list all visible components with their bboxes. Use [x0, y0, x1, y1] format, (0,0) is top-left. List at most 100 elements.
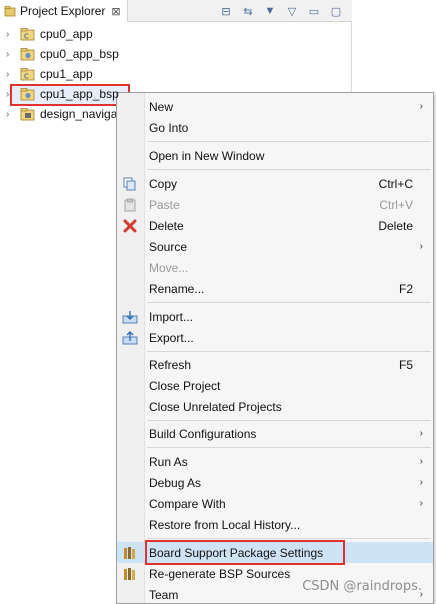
copy-icon	[122, 176, 138, 192]
submenu-arrow-icon: ›	[419, 456, 423, 467]
expand-arrow-icon[interactable]: ›	[6, 109, 18, 120]
svg-text:C: C	[24, 33, 29, 41]
menu-item-export[interactable]: Export...	[117, 327, 433, 348]
submenu-arrow-icon: ›	[419, 477, 423, 488]
menu-item-label: Export...	[149, 330, 194, 345]
tree-item-label: cpu1_app_bsp	[40, 87, 119, 101]
menu-item-label: Delete	[149, 218, 184, 233]
tree-item-label: cpu0_app_bsp	[40, 47, 119, 61]
menu-item-label: Copy	[149, 176, 178, 191]
menu-item-close-project[interactable]: Close Project	[117, 375, 433, 396]
menu-item-label: Source	[149, 239, 188, 254]
bsp-project-icon	[20, 88, 35, 101]
submenu-arrow-icon: ›	[419, 498, 423, 509]
paste-icon	[122, 197, 138, 213]
shortcut-label: F5	[398, 357, 413, 372]
bsp-settings-icon	[122, 545, 138, 561]
tab-project-explorer[interactable]: Project Explorer ⊠	[0, 0, 128, 22]
menu-item-label: Refresh	[149, 357, 192, 372]
menu-item-restore-from-local-history[interactable]: Restore from Local History...	[117, 514, 433, 535]
menu-item-label: Close Project	[149, 378, 221, 393]
menu-item-label: New	[149, 99, 174, 114]
menu-item-label: Debug As	[149, 475, 202, 490]
expand-arrow-icon[interactable]: ›	[6, 29, 18, 40]
menu-item-label: Open in New Window	[149, 148, 265, 163]
menu-item-close-unrelated-projects[interactable]: Close Unrelated Projects	[117, 396, 433, 417]
menu-item-label: Restore from Local History...	[149, 517, 301, 532]
view-title: Project Explorer	[20, 4, 106, 18]
menu-item-go-into[interactable]: Go Into	[117, 117, 433, 138]
menu-item-label: Compare With	[149, 496, 226, 511]
tree-item-cpu0-app-bsp[interactable]: › cpu0_app_bsp	[0, 44, 352, 64]
menu-item-debug-as[interactable]: Debug As ›	[117, 472, 433, 493]
tree-item-label: design_naviga	[40, 107, 118, 121]
project-explorer-icon	[4, 6, 16, 17]
c-project-icon: C	[20, 68, 35, 81]
menu-separator	[147, 538, 431, 539]
watermark-text: CSDN @raindrops.	[302, 579, 422, 594]
menu-item-delete[interactable]: Delete Delete	[117, 215, 433, 236]
tree-item-label: cpu1_app	[40, 67, 93, 81]
menu-item-build-configurations[interactable]: Build Configurations ›	[117, 423, 433, 444]
menu-item-open-in-new-window[interactable]: Open in New Window	[117, 145, 433, 166]
menu-separator	[147, 169, 431, 170]
context-menu: New › Go Into Open in New Window Copy Ct…	[116, 92, 434, 604]
close-icon[interactable]: ⊠	[111, 5, 120, 18]
maximize-icon[interactable]: ▢	[328, 3, 344, 19]
menu-item-paste[interactable]: Paste Ctrl+V	[117, 194, 433, 215]
minimize-icon[interactable]: ▭	[306, 3, 322, 19]
menu-item-board-support-package-settings[interactable]: Board Support Package Settings	[117, 540, 433, 565]
c-project-icon: C	[20, 28, 35, 41]
menu-item-source[interactable]: Source ›	[117, 236, 433, 257]
submenu-arrow-icon: ›	[419, 101, 423, 112]
menu-item-import[interactable]: Import...	[117, 306, 433, 327]
menu-item-label: Close Unrelated Projects	[149, 399, 282, 414]
submenu-arrow-icon: ›	[419, 241, 423, 252]
menu-item-label: Rename...	[149, 281, 205, 296]
shortcut-label: Delete	[378, 218, 413, 233]
expand-arrow-icon[interactable]: ›	[6, 89, 18, 100]
link-with-editor-icon[interactable]: ⇆	[240, 3, 256, 19]
bsp-regenerate-icon	[122, 566, 138, 582]
menu-item-label: Run As	[149, 454, 188, 469]
menu-item-run-as[interactable]: Run As ›	[117, 451, 433, 472]
menu-separator	[147, 447, 431, 448]
expand-arrow-icon[interactable]: ›	[6, 49, 18, 60]
menu-separator	[147, 302, 431, 303]
menu-item-label: Build Configurations	[149, 426, 257, 441]
view-menu-icon[interactable]: ▽	[284, 3, 300, 19]
menu-item-label: Team	[149, 587, 179, 602]
menu-item-label: Go Into	[149, 120, 189, 135]
delete-icon	[122, 218, 138, 234]
menu-separator	[147, 351, 431, 352]
menu-separator	[147, 420, 431, 421]
bsp-project-icon	[20, 48, 35, 61]
expand-arrow-icon[interactable]: ›	[6, 69, 18, 80]
shortcut-label: F2	[398, 281, 413, 296]
menu-item-label: Move...	[149, 260, 189, 275]
tree-item-cpu0-app[interactable]: › C cpu0_app	[0, 24, 352, 44]
view-header: Project Explorer ⊠ ⊟ ⇆ ▼ ▽ ▭ ▢	[0, 0, 352, 22]
hw-platform-icon	[20, 108, 35, 121]
view-toolbar: ⊟ ⇆ ▼ ▽ ▭ ▢	[218, 2, 344, 20]
tree-item-cpu1-app[interactable]: › C cpu1_app	[0, 64, 352, 84]
menu-item-rename[interactable]: Rename... F2	[117, 278, 433, 299]
menu-item-new[interactable]: New ›	[117, 96, 433, 117]
menu-item-label: Import...	[149, 309, 194, 324]
menu-item-refresh[interactable]: Refresh F5	[117, 354, 433, 375]
import-icon	[122, 309, 138, 325]
shortcut-label: Ctrl+C	[378, 176, 413, 191]
menu-item-move[interactable]: Move...	[117, 257, 433, 278]
shortcut-label: Ctrl+V	[379, 197, 413, 212]
filter-icon[interactable]: ▼	[262, 3, 278, 19]
menu-separator	[147, 141, 431, 142]
export-icon	[122, 330, 138, 346]
menu-item-compare-with[interactable]: Compare With ›	[117, 493, 433, 514]
submenu-arrow-icon: ›	[419, 428, 423, 439]
menu-item-label: Paste	[149, 197, 180, 212]
menu-item-copy[interactable]: Copy Ctrl+C	[117, 173, 433, 194]
tree-item-label: cpu0_app	[40, 27, 93, 41]
collapse-all-icon[interactable]: ⊟	[218, 3, 234, 19]
menu-item-label: Board Support Package Settings	[149, 545, 324, 560]
svg-text:C: C	[24, 73, 29, 81]
